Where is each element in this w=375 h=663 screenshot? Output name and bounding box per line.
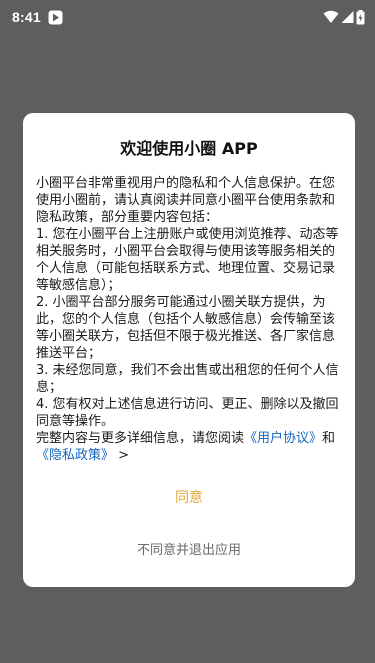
agree-button[interactable]: 同意 [139, 486, 239, 510]
read-more-suffix: > [114, 448, 130, 463]
signal-icon [341, 10, 354, 24]
battery-icon [356, 9, 365, 25]
status-time: 8:41 [12, 9, 41, 25]
dialog-body: 小圈平台非常重视用户的隐私和个人信息保护。在您使用小圈前，请认真阅读并同意小圈平… [36, 175, 344, 464]
term-item-4: 4. 您有权对上述信息进行访问、更正、删除以及撤回同意等操作。 [36, 397, 339, 429]
intro-paragraph: 小圈平台非常重视用户的隐私和个人信息保护。在您使用小圈前，请认真阅读并同意小圈平… [36, 176, 336, 225]
app-notification-icon [48, 10, 63, 25]
user-agreement-link[interactable]: 《用户协议》 [244, 431, 322, 446]
term-item-3: 3. 未经您同意，我们不会出售或出租您的任何个人信息； [36, 363, 339, 395]
status-icons [323, 9, 365, 25]
privacy-policy-link[interactable]: 《隐私政策》 [36, 448, 114, 463]
wifi-icon [323, 10, 339, 24]
term-item-1: 1. 您在小圈平台上注册账户或使用浏览推荐、动态等相关服务时，小圈平台会取得与使… [36, 227, 339, 293]
dialog-title: 欢迎使用小圈 APP [120, 139, 258, 158]
privacy-dialog: 欢迎使用小圈 APP 小圈平台非常重视用户的隐私和个人信息保护。在您使用小圈前，… [23, 113, 355, 587]
term-item-2: 2. 小圈平台部分服务可能通过小圈关联方提供，为此，您的个人信息（包括个人敏感信… [36, 295, 336, 361]
and-text: 和 [322, 431, 336, 446]
status-bar: 8:41 [0, 0, 375, 36]
read-more-line: 完整内容与更多详细信息，请您阅读《用户协议》和《隐私政策》 > [36, 430, 344, 464]
read-more-prefix: 完整内容与更多详细信息，请您阅读 [36, 431, 245, 446]
decline-exit-button[interactable]: 不同意并退出应用 [89, 539, 289, 563]
